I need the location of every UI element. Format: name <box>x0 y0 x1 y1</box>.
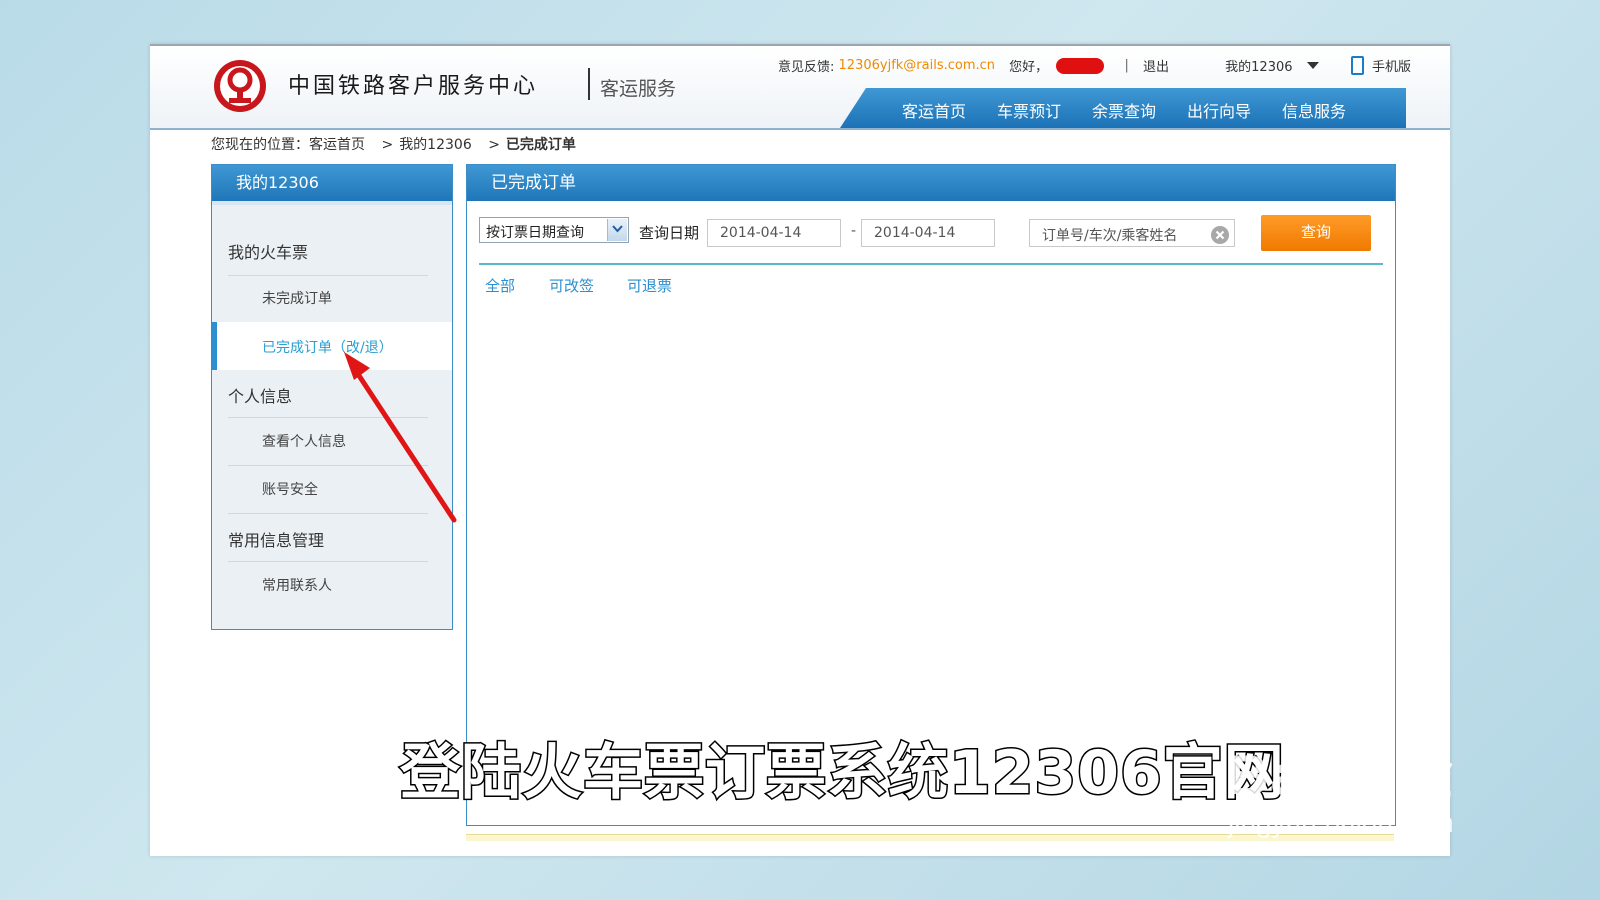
panel-title: 已完成订单 <box>467 165 1395 201</box>
clear-icon[interactable] <box>1211 226 1229 244</box>
sidebar-title: 我的12306 <box>212 165 452 201</box>
feedback-label: 意见反馈: <box>778 60 835 75</box>
main-nav: 客运首页 车票预订 余票查询 出行向导 信息服务 <box>840 88 1406 128</box>
feedback-email-link[interactable]: 12306yjfk@rails.com.cn <box>839 58 996 73</box>
date-range-separator: - <box>851 223 857 239</box>
redacted-username <box>1056 57 1105 74</box>
title-divider <box>588 68 590 100</box>
nav-travel-guide[interactable]: 出行向导 <box>1187 98 1251 122</box>
mobile-version-link[interactable]: 手机版 <box>1372 56 1411 75</box>
baidu-jingyan-watermark: Bai 经验 jingyan.baidu.com <box>1228 730 1455 839</box>
sidebar-group-common-info[interactable]: 常用信息管理 <box>228 527 324 551</box>
site-title: 中国铁路客户服务中心 <box>288 74 539 99</box>
sidebar-divider <box>228 275 428 276</box>
chevron-down-icon[interactable] <box>607 219 627 241</box>
my-account-menu[interactable]: 我的12306 <box>1225 56 1292 75</box>
date-to-input[interactable]: 2014-04-14 <box>861 219 995 247</box>
sidebar-head-divider <box>212 201 452 205</box>
greeting-text: 您好， <box>1009 60 1049 75</box>
query-date-label: 查询日期 <box>639 224 700 242</box>
query-type-select[interactable]: 按订票日期查询 <box>479 217 629 243</box>
video-caption: 登陆火车票订票系统12306官网 <box>399 737 1286 810</box>
nav-ticket-booking[interactable]: 车票预订 <box>997 98 1061 122</box>
filter-tab-changeable[interactable]: 可改签 <box>549 275 594 296</box>
sidebar-item-contacts[interactable]: 常用联系人 <box>262 575 332 595</box>
breadcrumb-separator: > <box>488 137 500 153</box>
breadcrumb: 您现在的位置：客运首页 > 我的12306 > 已完成订单 <box>211 134 576 154</box>
railway-logo-icon[interactable] <box>212 58 268 114</box>
query-type-value: 按订票日期查询 <box>486 225 584 241</box>
chevron-down-icon[interactable] <box>1306 62 1319 69</box>
query-button[interactable]: 查询 <box>1261 215 1371 251</box>
filter-tab-refundable[interactable]: 可退票 <box>627 275 672 296</box>
breadcrumb-my12306-link[interactable]: 我的12306 <box>399 137 472 153</box>
sidebar-item-account-security[interactable]: 账号安全 <box>262 479 318 499</box>
sidebar-group-my-tickets[interactable]: 我的火车票 <box>228 239 308 263</box>
red-annotation-arrow-icon <box>344 352 457 523</box>
breadcrumb-prefix: 您现在的位置： <box>211 137 309 153</box>
date-from-input[interactable]: 2014-04-14 <box>707 219 841 247</box>
breadcrumb-current: 已完成订单 <box>505 137 576 153</box>
order-search-input[interactable]: 订单号/车次/乘客姓名 <box>1029 219 1235 247</box>
breadcrumb-home-link[interactable]: 客运首页 <box>309 137 365 153</box>
filter-divider <box>479 263 1383 265</box>
sidebar-group-personal-info[interactable]: 个人信息 <box>228 383 292 407</box>
link-separator: | <box>1124 58 1129 73</box>
top-links: 意见反馈: 12306yjfk@rails.com.cn 您好， | 退出 我的… <box>778 56 1411 75</box>
nav-home[interactable]: 客运首页 <box>902 98 966 122</box>
mobile-phone-icon[interactable] <box>1350 56 1364 75</box>
watermark-url: jingyan.baidu.com <box>1228 807 1454 838</box>
sidebar-item-unfinished-orders[interactable]: 未完成订单 <box>262 288 332 308</box>
site-subtitle: 客运服务 <box>600 78 677 100</box>
site-header: 中国铁路客户服务中心 客运服务 意见反馈: 12306yjfk@rails.co… <box>150 44 1450 130</box>
watermark-logo-text: Bai 经验 <box>1228 743 1455 806</box>
nav-remaining-tickets[interactable]: 余票查询 <box>1092 98 1156 122</box>
breadcrumb-separator: > <box>381 137 394 153</box>
filter-tab-all[interactable]: 全部 <box>485 275 515 296</box>
nav-info-service[interactable]: 信息服务 <box>1282 98 1346 122</box>
sidebar-divider <box>228 561 428 562</box>
logout-link[interactable]: 退出 <box>1143 56 1169 75</box>
